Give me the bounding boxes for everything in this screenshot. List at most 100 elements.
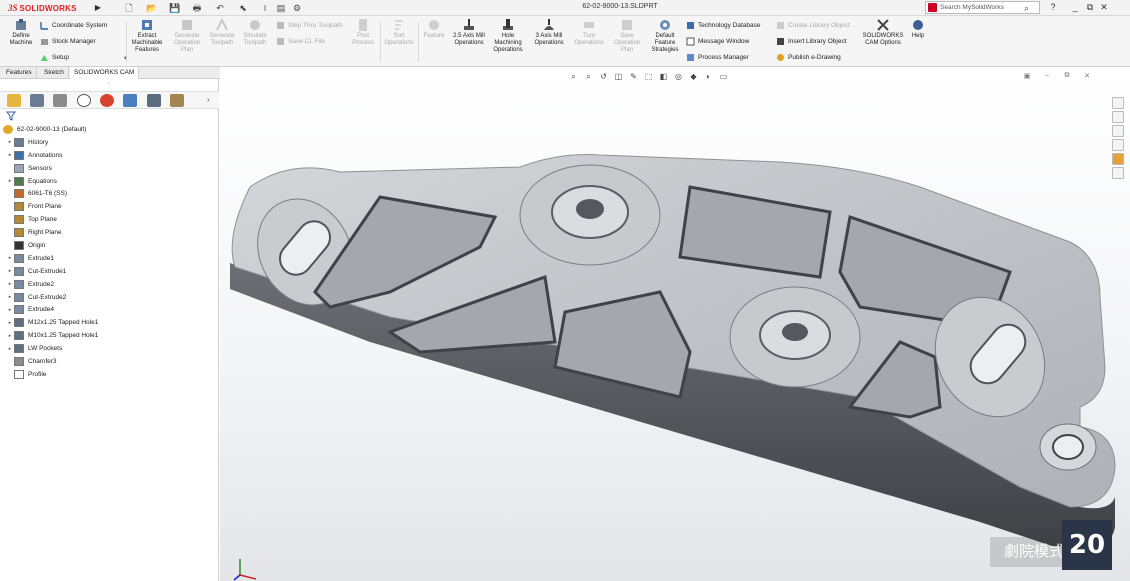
appearances-icon[interactable] [1112, 153, 1124, 165]
tree-item[interactable]: ▸ M10x1.25 Tapped Hole1 [0, 329, 219, 342]
cam-operation-tree-tab-icon[interactable] [147, 94, 161, 107]
propertymanager-tab-icon[interactable] [30, 94, 44, 107]
open-document-icon[interactable]: 📂 [145, 2, 159, 14]
select-arrow-icon[interactable]: ⬉ [236, 2, 250, 14]
print-icon[interactable]: 🖶 [190, 2, 204, 14]
configurationmanager-tab-icon[interactable] [53, 94, 67, 107]
new-document-icon[interactable]: 🗋 [122, 2, 136, 14]
expand-arrow-icon[interactable]: ▸ [6, 320, 14, 326]
tree-item[interactable]: ▸ Extrude4 [0, 303, 219, 316]
search-icon[interactable]: ⌕ [1024, 2, 1029, 14]
filter-icon[interactable] [6, 111, 16, 121]
tree-item[interactable]: 6061-T6 (SS) [0, 187, 219, 200]
tree-item[interactable]: ▸ Equations [0, 175, 219, 188]
cam-feature-tree-tab-icon[interactable] [123, 94, 137, 107]
tree-item[interactable]: Front Plane [0, 200, 219, 213]
define-machine-button[interactable]: Define Machine [6, 18, 36, 47]
create-library-object-button[interactable]: Create Library Object [776, 20, 850, 31]
hole-machining-button[interactable]: Hole Machining Operations [490, 18, 526, 54]
feature-dropdown-button[interactable]: Feature [420, 18, 448, 40]
save-cl-file-button[interactable]: Save CL File [276, 36, 325, 47]
technology-database-button[interactable]: Technology Database [686, 20, 761, 31]
help-button[interactable]: Help [908, 18, 928, 40]
cam-tool-tree-tab-icon[interactable] [170, 94, 184, 107]
tree-item[interactable]: ▸ Extrude2 [0, 278, 219, 291]
menu-expand-arrow-icon[interactable]: ▶ [93, 2, 103, 14]
stock-manager-button[interactable]: Stock Manager [40, 36, 96, 47]
expand-arrow-icon[interactable]: ▸ [6, 307, 14, 313]
default-strategies-button[interactable]: Default Feature Strategies [648, 18, 682, 54]
expand-arrow-icon[interactable]: ▸ [6, 268, 14, 274]
tree-item[interactable]: ▸ Cut-Extrude2 [0, 291, 219, 304]
message-window-button[interactable]: Message Window [686, 36, 749, 47]
custom-properties-icon[interactable] [1112, 167, 1124, 179]
tree-item[interactable]: Sensors [0, 162, 219, 175]
insert-library-object-button[interactable]: Insert Library Object [776, 36, 847, 47]
tree-root[interactable]: 62-02-9000-13 (Default) [0, 123, 219, 136]
post-process-button[interactable]: Post Process [350, 18, 376, 47]
section-view-icon[interactable]: ◫ [613, 71, 624, 82]
publish-edrawing-button[interactable]: Publish e-Drawing [776, 52, 841, 63]
expand-arrow-icon[interactable]: ▸ [6, 139, 14, 145]
previous-view-icon[interactable]: ↺ [598, 71, 609, 82]
expand-arrow-icon[interactable]: ▸ [6, 152, 14, 158]
apply-scene-icon[interactable]: ◐ [703, 71, 714, 82]
tab-features[interactable]: Features [2, 67, 37, 79]
featuremanager-tab-icon[interactable] [7, 94, 21, 107]
tree-item[interactable]: ▸ Cut-Extrude1 [0, 265, 219, 278]
view-settings-icon[interactable]: ▭ [718, 71, 729, 82]
viewport-minimize-icon[interactable]: – [1042, 72, 1052, 80]
tree-item[interactable]: Chamfer3 [0, 355, 219, 368]
generate-plan-button[interactable]: Generate Operation Plan [170, 18, 204, 54]
edit-appearance-icon[interactable]: ◆ [688, 71, 699, 82]
generate-toolpath-button[interactable]: Generate Toolpath [206, 18, 238, 47]
zoom-to-area-icon[interactable]: ⌕ [583, 71, 594, 82]
tab-solidworks-cam[interactable]: SOLIDWORKS CAM [70, 67, 140, 79]
expand-arrow-icon[interactable]: ▸ [6, 178, 14, 184]
close-button[interactable]: ✕ [1098, 1, 1110, 14]
dynamic-annotation-icon[interactable]: ✎ [628, 71, 639, 82]
extract-features-button[interactable]: Extract Machinable Features [130, 18, 164, 54]
setup-button[interactable]: Setup ▾ [40, 52, 127, 63]
more-tabs-chevron-icon[interactable]: › [207, 95, 210, 104]
view-palette-icon[interactable] [1112, 139, 1124, 151]
mill-3-axis-button[interactable]: 3 Axis Mill Operations [530, 18, 568, 47]
tree-item[interactable]: ▸ History [0, 136, 219, 149]
dimxpert-tab-icon[interactable] [77, 94, 91, 107]
hide-show-items-icon[interactable]: ◎ [673, 71, 684, 82]
minimize-button[interactable]: _ [1069, 1, 1081, 14]
turn-operations-button[interactable]: Turn Operations [572, 18, 606, 47]
tree-item[interactable]: ▸ Extrude1 [0, 252, 219, 265]
file-properties-icon[interactable]: ▤ [274, 2, 288, 14]
tree-item[interactable]: Profile [0, 368, 219, 381]
zoom-to-fit-icon[interactable]: ⌕ [568, 71, 579, 82]
sort-operations-button[interactable]: Sort Operations [384, 18, 414, 47]
part-model[interactable] [220, 67, 1130, 581]
design-library-icon[interactable] [1112, 111, 1124, 123]
viewport-close-icon[interactable]: ✕ [1082, 72, 1092, 80]
expand-arrow-icon[interactable]: ▸ [6, 294, 14, 300]
help-icon[interactable]: ? [1047, 1, 1059, 14]
file-explorer-icon[interactable] [1112, 125, 1124, 137]
display-style-icon[interactable]: ◧ [658, 71, 669, 82]
panel-collapse-handle[interactable]: ◦ [106, 81, 112, 87]
viewport-expand-icon[interactable]: ▣ [1022, 72, 1032, 80]
expand-arrow-icon[interactable]: ▸ [6, 281, 14, 287]
restore-button[interactable]: ⧉ [1084, 1, 1096, 14]
expand-arrow-icon[interactable]: ▸ [6, 333, 14, 339]
options-gear-icon[interactable]: ⚙ [290, 2, 304, 14]
expand-arrow-icon[interactable]: ▸ [6, 255, 14, 261]
simulate-toolpath-button[interactable]: Simulate Toolpath [240, 18, 270, 47]
cam-options-button[interactable]: SOLIDWORKS CAM Options [862, 18, 904, 47]
tree-item[interactable]: Top Plane [0, 213, 219, 226]
tree-item[interactable]: Right Plane [0, 226, 219, 239]
tree-item[interactable]: ▸ M12x1.25 Tapped Hole1 [0, 316, 219, 329]
solidworks-logo[interactable]: 3S SOLIDWORKS [8, 2, 77, 14]
expand-arrow-icon[interactable]: ▸ [6, 346, 14, 352]
save-icon[interactable]: 💾 [168, 2, 182, 14]
coordinate-system-button[interactable]: Coordinate System [40, 20, 107, 31]
display-manager-tab-icon[interactable] [100, 94, 114, 107]
view-orientation-icon[interactable]: ⬚ [643, 71, 654, 82]
tab-sketch[interactable]: Sketch [40, 67, 69, 79]
search-input[interactable]: Search MySolidWorks ⌕ [925, 1, 1040, 14]
